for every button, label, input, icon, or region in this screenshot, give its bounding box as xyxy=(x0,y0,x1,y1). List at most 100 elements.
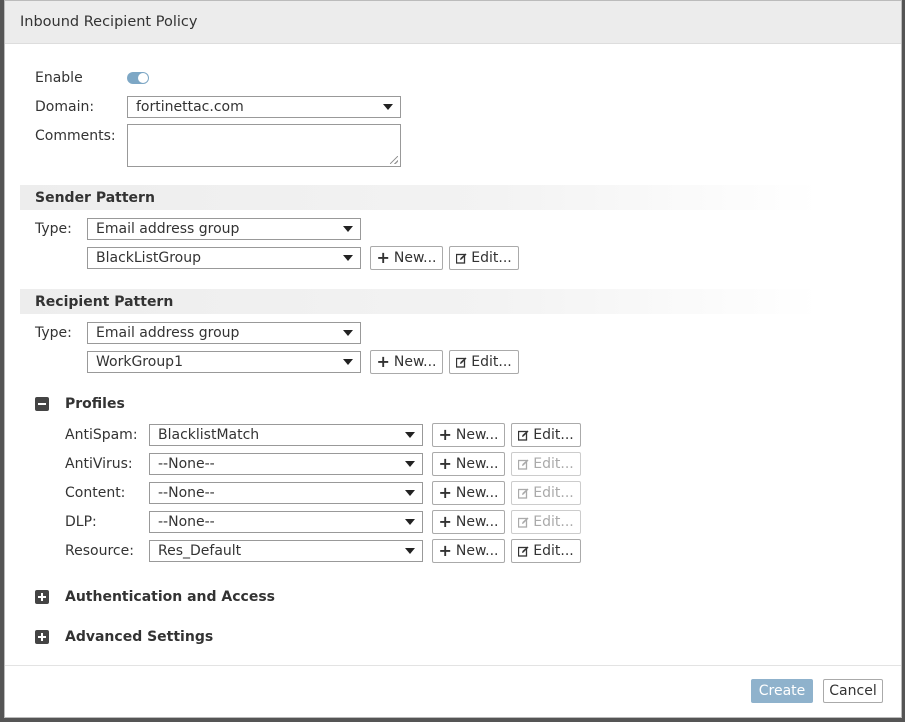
enable-label: Enable xyxy=(35,70,83,86)
edit-icon xyxy=(518,546,529,557)
profile-new-label: New... xyxy=(455,514,499,530)
edit-icon xyxy=(518,459,529,470)
cancel-button[interactable]: Cancel xyxy=(823,679,883,703)
sender-type-select[interactable]: Email address group xyxy=(87,218,361,240)
dialog-titlebar: Inbound Recipient Policy xyxy=(5,1,901,44)
resize-grip-icon[interactable] xyxy=(390,156,398,164)
profile-label-resource: Resource: xyxy=(65,543,134,559)
chevron-down-icon xyxy=(343,255,353,261)
profile-select-resource[interactable]: Res_Default xyxy=(149,540,423,562)
enable-toggle[interactable] xyxy=(127,72,149,84)
sender-type-label: Type: xyxy=(35,221,72,237)
profiles-collapse-icon[interactable] xyxy=(35,397,49,411)
dialog-footer: Create Cancel xyxy=(5,665,901,717)
plus-icon: + xyxy=(438,512,452,531)
chevron-down-icon xyxy=(383,104,393,110)
auth-expand-icon[interactable] xyxy=(35,590,49,604)
sender-edit-button[interactable]: Edit... xyxy=(449,246,519,270)
recipient-new-label: New... xyxy=(393,354,437,370)
profile-select-antivirus[interactable]: --None-- xyxy=(149,453,423,475)
chevron-down-icon xyxy=(343,359,353,365)
edit-icon xyxy=(518,430,529,441)
profile-edit-button-dlp[interactable]: Edit... xyxy=(511,510,581,534)
recipient-group-select[interactable]: WorkGroup1 xyxy=(87,351,361,373)
profile-select-value: Res_Default xyxy=(158,543,242,559)
recipient-new-button[interactable]: + New... xyxy=(370,350,443,374)
recipient-edit-button[interactable]: Edit... xyxy=(449,350,519,374)
sender-new-button[interactable]: + New... xyxy=(370,246,443,270)
sender-pattern-header: Sender Pattern xyxy=(20,185,820,210)
profile-select-antispam[interactable]: BlacklistMatch xyxy=(149,424,423,446)
profile-select-value: --None-- xyxy=(158,514,215,530)
chevron-down-icon xyxy=(405,490,415,496)
profile-new-button-content[interactable]: + New... xyxy=(432,481,505,505)
profile-edit-button-antivirus[interactable]: Edit... xyxy=(511,452,581,476)
profile-new-label: New... xyxy=(455,456,499,472)
recipient-type-value: Email address group xyxy=(96,325,240,341)
sender-edit-label: Edit... xyxy=(471,250,512,266)
advanced-expand-icon[interactable] xyxy=(35,630,49,644)
profile-edit-label: Edit... xyxy=(533,543,574,559)
profile-select-value: --None-- xyxy=(158,456,215,472)
edit-icon xyxy=(456,357,467,368)
recipient-type-label: Type: xyxy=(35,325,72,341)
cancel-label: Cancel xyxy=(829,683,877,699)
chevron-down-icon xyxy=(405,461,415,467)
profile-edit-label: Edit... xyxy=(533,456,574,472)
edit-icon xyxy=(518,488,529,499)
profile-edit-label: Edit... xyxy=(533,514,574,530)
plus-icon: + xyxy=(438,425,452,444)
profile-label-antispam: AntiSpam: xyxy=(65,427,138,443)
profile-new-label: New... xyxy=(455,485,499,501)
profile-select-content[interactable]: --None-- xyxy=(149,482,423,504)
plus-icon: + xyxy=(438,541,452,560)
profile-select-value: BlacklistMatch xyxy=(158,427,260,443)
chevron-down-icon xyxy=(343,330,353,336)
profile-edit-label: Edit... xyxy=(533,485,574,501)
sender-group-select[interactable]: BlackListGroup xyxy=(87,247,361,269)
recipient-pattern-title: Recipient Pattern xyxy=(35,293,174,310)
create-label: Create xyxy=(758,683,806,699)
profile-edit-label: Edit... xyxy=(533,427,574,443)
profile-select-dlp[interactable]: --None-- xyxy=(149,511,423,533)
profile-new-label: New... xyxy=(455,427,499,443)
profile-new-button-dlp[interactable]: + New... xyxy=(432,510,505,534)
chevron-down-icon xyxy=(405,548,415,554)
comments-label: Comments: xyxy=(35,128,116,144)
profile-label-antivirus: AntiVirus: xyxy=(65,456,133,472)
recipient-group-value: WorkGroup1 xyxy=(96,354,183,370)
dialog-body: Enable Domain: fortinettac.com Comments:… xyxy=(5,44,901,668)
chevron-down-icon xyxy=(405,519,415,525)
profile-select-value: --None-- xyxy=(158,485,215,501)
profile-new-button-antivirus[interactable]: + New... xyxy=(432,452,505,476)
auth-title[interactable]: Authentication and Access xyxy=(65,588,275,606)
profile-label-dlp: DLP: xyxy=(65,514,97,530)
recipient-type-select[interactable]: Email address group xyxy=(87,322,361,344)
advanced-title[interactable]: Advanced Settings xyxy=(65,628,213,646)
chevron-down-icon xyxy=(405,432,415,438)
inbound-recipient-policy-dialog: Inbound Recipient Policy Enable Domain: … xyxy=(4,0,902,718)
profile-edit-button-antispam[interactable]: Edit... xyxy=(511,423,581,447)
edit-icon xyxy=(456,253,467,264)
recipient-edit-label: Edit... xyxy=(471,354,512,370)
profile-edit-button-content[interactable]: Edit... xyxy=(511,481,581,505)
edit-icon xyxy=(518,517,529,528)
dialog-title: Inbound Recipient Policy xyxy=(20,14,198,30)
profile-edit-button-resource[interactable]: Edit... xyxy=(511,539,581,563)
profile-label-content: Content: xyxy=(65,485,126,501)
profile-new-button-resource[interactable]: + New... xyxy=(432,539,505,563)
sender-type-value: Email address group xyxy=(96,221,240,237)
create-button[interactable]: Create xyxy=(751,679,813,703)
domain-select[interactable]: fortinettac.com xyxy=(127,96,401,118)
profile-new-label: New... xyxy=(455,543,499,559)
domain-label: Domain: xyxy=(35,99,95,115)
profile-new-button-antispam[interactable]: + New... xyxy=(432,423,505,447)
sender-group-value: BlackListGroup xyxy=(96,250,201,266)
toggle-knob xyxy=(138,73,148,83)
plus-icon: + xyxy=(376,248,390,267)
comments-textarea[interactable] xyxy=(127,124,401,167)
chevron-down-icon xyxy=(343,226,353,232)
plus-icon: + xyxy=(438,483,452,502)
sender-new-label: New... xyxy=(393,250,437,266)
profiles-title[interactable]: Profiles xyxy=(65,395,125,413)
